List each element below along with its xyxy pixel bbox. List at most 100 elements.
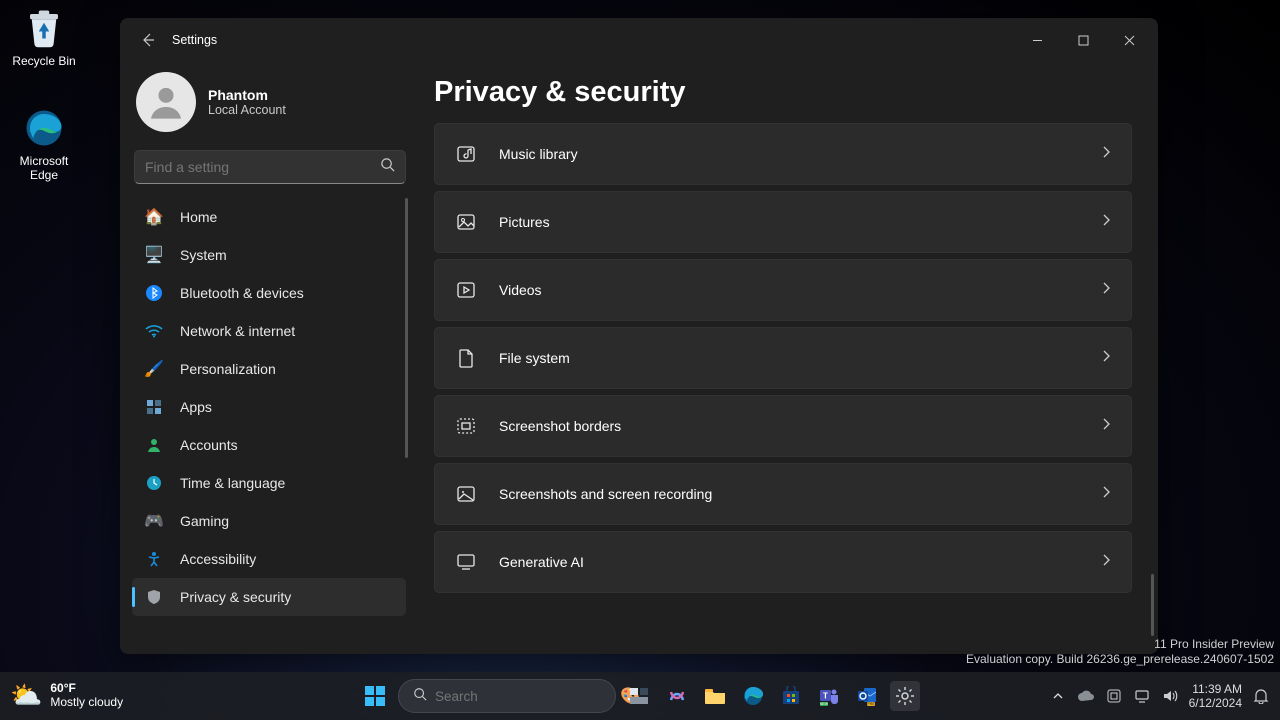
clock[interactable]: 11:39 AM 6/12/2024 xyxy=(1189,682,1242,711)
screenrec-icon xyxy=(455,483,477,505)
edge-taskbar-icon[interactable] xyxy=(738,681,768,711)
clock-time: 11:39 AM xyxy=(1189,682,1242,696)
brush-icon: 🖌️ xyxy=(144,359,164,379)
genai-icon xyxy=(455,551,477,573)
nav-privacy[interactable]: Privacy & security xyxy=(132,578,406,616)
close-button[interactable] xyxy=(1106,24,1152,56)
clock-date: 6/12/2024 xyxy=(1189,696,1242,710)
maximize-button[interactable] xyxy=(1060,24,1106,56)
weather-widget[interactable]: ⛅ 60°F Mostly cloudy xyxy=(10,681,123,711)
nav-home[interactable]: 🏠Home xyxy=(132,198,406,236)
window-title: Settings xyxy=(172,33,217,47)
taskbar: ⛅ 60°F Mostly cloudy 🎨 TNEW PRE 11:39 AM xyxy=(0,672,1280,720)
nav-label: Personalization xyxy=(180,361,276,377)
nav-system[interactable]: 🖥️ System xyxy=(132,236,406,274)
row-label: Generative AI xyxy=(499,554,1079,570)
weather-temp: 60°F xyxy=(50,682,123,696)
recycle-bin-label: Recycle Bin xyxy=(6,54,82,68)
music-icon xyxy=(455,143,477,165)
content-scrollbar[interactable] xyxy=(1151,574,1154,636)
nav-label: Gaming xyxy=(180,513,229,529)
watermark-line1: 11 Pro Insider Preview xyxy=(966,637,1274,653)
explorer-icon[interactable] xyxy=(700,681,730,711)
row-label: Screenshot borders xyxy=(499,418,1079,434)
titlebar: Settings xyxy=(120,18,1158,62)
taskbar-search-input[interactable] xyxy=(435,689,612,704)
watermark-line2: Evaluation copy. Build 26236.ge_prerelea… xyxy=(966,652,1274,668)
row-label: Videos xyxy=(499,282,1079,298)
nav-bluetooth[interactable]: Bluetooth & devices xyxy=(132,274,406,312)
nav-accessibility[interactable]: Accessibility xyxy=(132,540,406,578)
home-icon: 🏠 xyxy=(144,207,164,227)
taskbar-search[interactable]: 🎨 xyxy=(398,679,616,713)
nav-label: Bluetooth & devices xyxy=(180,285,304,301)
tray-chevron-up-icon[interactable] xyxy=(1049,691,1067,701)
start-button[interactable] xyxy=(360,681,390,711)
copilot-icon[interactable] xyxy=(662,681,692,711)
row-videos[interactable]: Videos xyxy=(434,259,1132,321)
page-title: Privacy & security xyxy=(434,76,1132,109)
svg-text:PRE: PRE xyxy=(867,702,875,706)
row-music-library[interactable]: Music library xyxy=(434,123,1132,185)
bluetooth-icon xyxy=(144,283,164,303)
tray-security-icon[interactable] xyxy=(1105,689,1123,703)
minimize-button[interactable] xyxy=(1014,24,1060,56)
desktop-icon-edge[interactable]: Microsoft Edge xyxy=(6,106,82,183)
watermark: 11 Pro Insider Preview Evaluation copy. … xyxy=(966,637,1274,668)
nav-personalization[interactable]: 🖌️ Personalization xyxy=(132,350,406,388)
chevron-right-icon xyxy=(1101,145,1111,163)
nav-accounts[interactable]: Accounts xyxy=(132,426,406,464)
nav-label: Accessibility xyxy=(180,551,256,567)
sidebar-scrollbar[interactable] xyxy=(405,198,408,458)
settings-search-input[interactable] xyxy=(145,159,380,175)
row-label: Music library xyxy=(499,146,1079,162)
chevron-right-icon xyxy=(1101,281,1111,299)
row-screenshot-borders[interactable]: Screenshot borders xyxy=(434,395,1132,457)
avatar-icon xyxy=(136,72,196,132)
nav-list: 🏠Home 🖥️ System Bluetooth & devices Netwo… xyxy=(132,198,408,642)
row-file-system[interactable]: File system xyxy=(434,327,1132,389)
nav-label: Privacy & security xyxy=(180,589,291,605)
row-generative-ai[interactable]: Generative AI xyxy=(434,531,1132,593)
svg-text:NEW: NEW xyxy=(820,702,829,706)
nav-time[interactable]: Time & language xyxy=(132,464,406,502)
row-label: Screenshots and screen recording xyxy=(499,486,1079,502)
nav-apps[interactable]: Apps xyxy=(132,388,406,426)
tray-network-icon[interactable] xyxy=(1133,689,1151,703)
row-label: File system xyxy=(499,350,1079,366)
wifi-icon xyxy=(144,321,164,341)
nav-label: System xyxy=(180,247,227,263)
nav-network[interactable]: Network & internet xyxy=(132,312,406,350)
gaming-icon: 🎮 xyxy=(144,511,164,531)
store-icon[interactable] xyxy=(776,681,806,711)
teams-icon[interactable]: TNEW xyxy=(814,681,844,711)
system-tray: 11:39 AM 6/12/2024 xyxy=(1049,682,1270,711)
file-icon xyxy=(455,347,477,369)
system-icon: 🖥️ xyxy=(144,245,164,265)
edge-icon xyxy=(22,106,66,150)
weather-cond: Mostly cloudy xyxy=(50,696,123,710)
nav-label: Accounts xyxy=(180,437,238,453)
search-icon xyxy=(380,157,395,177)
settings-taskbar-icon[interactable] xyxy=(890,681,920,711)
tray-onedrive-icon[interactable] xyxy=(1077,690,1095,702)
recycle-bin-icon xyxy=(22,6,66,50)
chevron-right-icon xyxy=(1101,417,1111,435)
account-icon xyxy=(144,435,164,455)
tray-volume-icon[interactable] xyxy=(1161,689,1179,703)
user-row[interactable]: Phantom Local Account xyxy=(132,62,408,150)
row-pictures[interactable]: Pictures xyxy=(434,191,1132,253)
desktop-icon-recycle-bin[interactable]: Recycle Bin xyxy=(6,6,82,68)
tray-notifications-icon[interactable] xyxy=(1252,688,1270,704)
pictures-icon xyxy=(455,211,477,233)
task-view-icon[interactable] xyxy=(624,681,654,711)
sidebar: Phantom Local Account 🏠Home 🖥️ System Blu… xyxy=(120,62,420,654)
outlook-icon[interactable]: PRE xyxy=(852,681,882,711)
chevron-right-icon xyxy=(1101,485,1111,503)
clock-icon xyxy=(144,473,164,493)
settings-search[interactable] xyxy=(134,150,406,184)
nav-label: Apps xyxy=(180,399,212,415)
nav-gaming[interactable]: 🎮 Gaming xyxy=(132,502,406,540)
row-screenshots-recording[interactable]: Screenshots and screen recording xyxy=(434,463,1132,525)
back-button[interactable] xyxy=(134,26,162,54)
